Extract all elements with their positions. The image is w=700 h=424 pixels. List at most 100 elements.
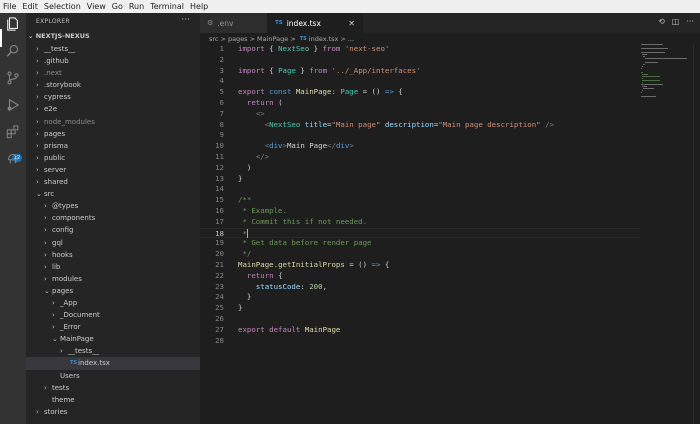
- menu-item-help[interactable]: Help: [190, 2, 208, 11]
- workspace-root[interactable]: ⌄ NEXTJS-NEXUS: [28, 32, 90, 40]
- folder-item[interactable]: › modules: [26, 273, 200, 285]
- breadcrumb-item[interactable]: src: [209, 35, 219, 43]
- folder-item[interactable]: › .next: [26, 67, 200, 79]
- code-line[interactable]: 23 statusCode: 200,: [200, 282, 640, 293]
- menu-item-selection[interactable]: Selection: [44, 2, 81, 11]
- folder-item[interactable]: › pages: [26, 128, 200, 140]
- more-actions-icon[interactable]: ···: [181, 15, 190, 25]
- folder-item[interactable]: › public: [26, 152, 200, 164]
- extensions-icon[interactable]: [6, 125, 20, 139]
- folder-item[interactable]: › tests: [26, 382, 200, 394]
- minimap-line: [641, 78, 643, 79]
- folder-item[interactable]: › shared: [26, 176, 200, 188]
- timeline-icon[interactable]: ⟲: [658, 17, 665, 26]
- folder-item[interactable]: ⌄ src: [26, 188, 200, 200]
- code-line[interactable]: 25}: [200, 303, 640, 314]
- code-line[interactable]: 20 */: [200, 249, 640, 260]
- search-icon[interactable]: [6, 44, 20, 58]
- code-line[interactable]: 28: [200, 336, 640, 347]
- more-actions-icon[interactable]: ···: [686, 17, 694, 26]
- code-line[interactable]: 9: [200, 130, 640, 141]
- folder-item[interactable]: › __tests__: [26, 43, 200, 55]
- code-line[interactable]: 7 <>: [200, 109, 640, 120]
- remote-icon[interactable]: [6, 151, 20, 165]
- code-line[interactable]: 22 return {: [200, 271, 640, 282]
- split-editor-icon[interactable]: ◫: [672, 17, 680, 26]
- menu-bar: File Edit Selection View Go Run Terminal Help: [0, 0, 700, 13]
- folder-item[interactable]: › config: [26, 224, 200, 236]
- menu-item-view[interactable]: View: [87, 2, 106, 11]
- code-line[interactable]: 14: [200, 184, 640, 195]
- folder-item[interactable]: › .github: [26, 55, 200, 67]
- folder-item[interactable]: › prisma: [26, 140, 200, 152]
- folder-item[interactable]: › node_modules: [26, 116, 200, 128]
- menu-item-file[interactable]: File: [3, 2, 16, 11]
- minimap[interactable]: [641, 44, 693, 104]
- code-line[interactable]: 17 * Commit this if not needed.: [200, 217, 640, 228]
- folder-item[interactable]: › _Document: [26, 309, 200, 321]
- code-line[interactable]: 15 /**: [200, 195, 640, 206]
- vertical-scrollbar[interactable]: [693, 44, 700, 424]
- code-line[interactable]: 2: [200, 55, 640, 66]
- tree-item-label: tests: [52, 383, 70, 392]
- code-line[interactable]: 3 import { Page } from '../_App/interface…: [200, 66, 640, 77]
- code-line[interactable]: 12 ): [200, 163, 640, 174]
- tree-item-label: config: [52, 226, 74, 235]
- folder-item[interactable]: › stories: [26, 406, 200, 418]
- folder-item[interactable]: ⌄ MainPage: [26, 333, 200, 345]
- folder-item[interactable]: › server: [26, 164, 200, 176]
- code-line[interactable]: 11 </>: [200, 152, 640, 163]
- code-line[interactable]: 13}: [200, 174, 640, 185]
- tab-env[interactable]: ⚙ .env: [200, 13, 267, 33]
- folder-item[interactable]: › cypress: [26, 91, 200, 103]
- folder-item[interactable]: theme: [26, 394, 200, 406]
- folder-item[interactable]: › _Error: [26, 321, 200, 333]
- files-icon[interactable]: [6, 17, 20, 31]
- code-line[interactable]: 21 MainPage.getInitialProps = () => {: [200, 260, 640, 271]
- breadcrumb-item[interactable]: ...: [348, 35, 354, 43]
- source-control-icon[interactable]: [6, 71, 20, 85]
- code-text: return {: [246, 270, 283, 280]
- code-line[interactable]: 5 export const MainPage: Page = () => {: [200, 87, 640, 98]
- folder-item[interactable]: › __tests__: [26, 345, 200, 357]
- code-line[interactable]: 8 <NextSeo title="Main page" description…: [200, 120, 640, 131]
- line-number: 7: [219, 108, 224, 118]
- folder-item[interactable]: ⌄ pages: [26, 285, 200, 297]
- code-line[interactable]: 26: [200, 314, 640, 325]
- code-line[interactable]: 24 }: [200, 292, 640, 303]
- code-line[interactable]: 10 <div>Main Page</div>: [200, 141, 640, 152]
- breadcrumb-item[interactable]: MainPage: [257, 35, 288, 43]
- run-debug-icon[interactable]: [6, 98, 20, 112]
- menu-item-edit[interactable]: Edit: [22, 2, 38, 11]
- folder-item[interactable]: › gql: [26, 237, 200, 249]
- line-number: 3: [219, 65, 224, 75]
- folder-item[interactable]: › _App: [26, 297, 200, 309]
- close-icon[interactable]: ✕: [348, 19, 355, 28]
- code-editor[interactable]: 1 import { NextSeo } from 'next-seo' 2 3 imp…: [200, 44, 640, 346]
- chevron-down-icon: ⌄: [36, 190, 42, 199]
- minimap-line: [642, 86, 648, 87]
- code-line[interactable]: 6 return (: [200, 98, 640, 109]
- code-line[interactable]: 16 * Example.: [200, 206, 640, 217]
- menu-item-go[interactable]: Go: [112, 2, 123, 11]
- code-line[interactable]: 4: [200, 76, 640, 87]
- code-line[interactable]: 19 * Get data before render page: [200, 238, 640, 249]
- code-line[interactable]: 1 import { NextSeo } from 'next-seo': [200, 44, 640, 55]
- menu-item-run[interactable]: Run: [129, 2, 144, 11]
- folder-item[interactable]: › @types: [26, 200, 200, 212]
- folder-item[interactable]: › hooks: [26, 249, 200, 261]
- file-item[interactable]: TS index.tsx: [26, 357, 200, 370]
- code-line[interactable]: 18 *: [200, 227, 640, 239]
- folder-item[interactable]: › .storybook: [26, 79, 200, 91]
- tree-item-label: src: [44, 190, 55, 199]
- folder-item[interactable]: Users: [26, 370, 200, 382]
- menu-item-terminal[interactable]: Terminal: [150, 2, 184, 11]
- tab-index-tsx[interactable]: TS index.tsx ✕: [267, 13, 363, 33]
- chevron-right-icon: ›: [36, 117, 39, 126]
- breadcrumb-item[interactable]: index.tsx: [309, 35, 339, 43]
- folder-item[interactable]: › e2e: [26, 103, 200, 115]
- breadcrumb-item[interactable]: pages: [228, 35, 248, 43]
- folder-item[interactable]: › components: [26, 212, 200, 224]
- folder-item[interactable]: › lib: [26, 261, 200, 273]
- code-line[interactable]: 27 export default MainPage: [200, 325, 640, 336]
